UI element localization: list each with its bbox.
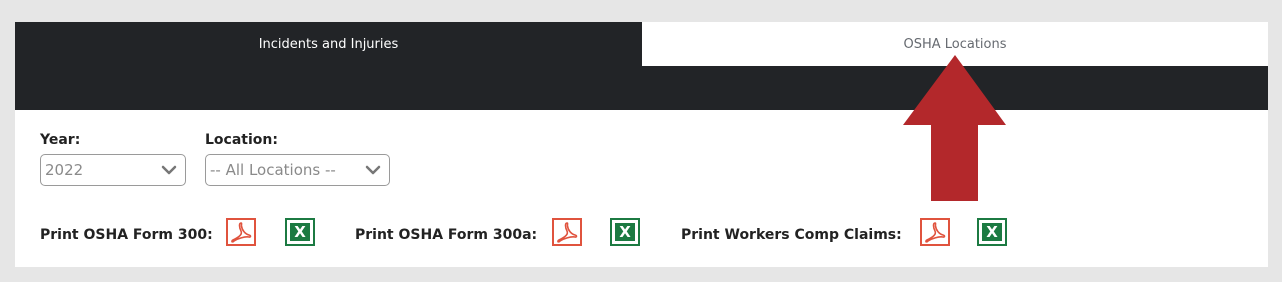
print-workers-comp-label: Print Workers Comp Claims: [681, 227, 902, 243]
excel-icon[interactable]: X [285, 218, 315, 246]
chevron-down-icon [365, 165, 381, 175]
year-select-value: 2022 [45, 161, 84, 179]
excel-glyph: X [982, 223, 1002, 241]
location-select-value: -- All Locations -- [210, 161, 336, 179]
arrow-up-icon [903, 55, 1006, 201]
excel-icon[interactable]: X [610, 218, 640, 246]
year-label: Year: [40, 132, 81, 148]
pdf-icon[interactable] [552, 218, 582, 246]
print-osha-300a-label: Print OSHA Form 300a: [355, 227, 538, 243]
excel-glyph: X [290, 223, 310, 241]
tab-label: OSHA Locations [903, 36, 1007, 52]
year-select[interactable]: 2022 [40, 154, 186, 186]
chevron-down-icon [161, 165, 177, 175]
location-label: Location: [205, 132, 278, 148]
pdf-glyph [231, 222, 252, 243]
tab-label: Incidents and Injuries [258, 36, 399, 52]
excel-icon[interactable]: X [977, 218, 1007, 246]
print-osha-300-label: Print OSHA Form 300: [40, 227, 213, 243]
pdf-glyph [925, 222, 946, 243]
osha-panel: Incidents and Injuries OSHA Locations Ye… [15, 22, 1268, 267]
excel-glyph: X [615, 223, 635, 241]
pdf-glyph [557, 222, 578, 243]
pdf-icon[interactable] [920, 218, 950, 246]
tab-incidents-and-injuries[interactable]: Incidents and Injuries [15, 22, 642, 66]
pdf-icon[interactable] [226, 218, 256, 246]
tab-bar: Incidents and Injuries OSHA Locations [15, 22, 1268, 110]
location-select[interactable]: -- All Locations -- [205, 154, 390, 186]
